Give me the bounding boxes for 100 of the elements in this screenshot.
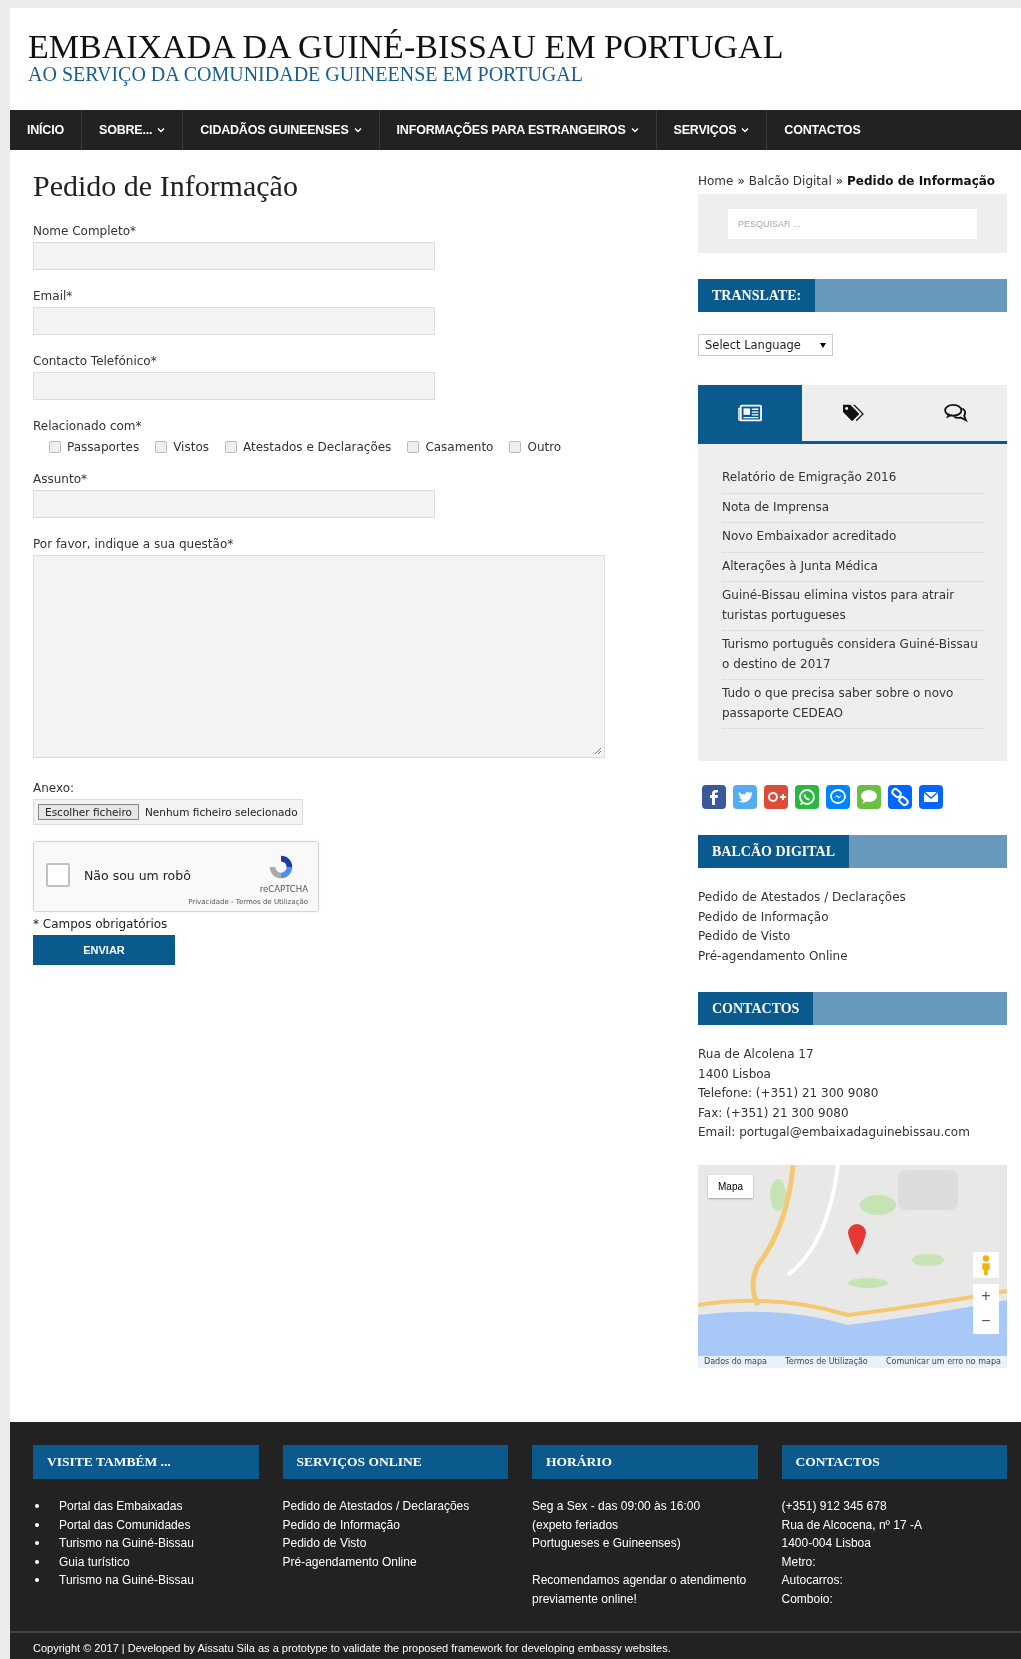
post-link[interactable]: Tudo o que precisa saber sobre o novo passaporte CEDEAO	[722, 680, 983, 729]
widget-title: CONTACTOS	[698, 992, 814, 1025]
footer-link[interactable]: Portal das Comunidades	[59, 1515, 191, 1534]
contact-line: Rua de Alcolena 17	[698, 1046, 815, 1063]
field-label: Email*	[33, 288, 74, 304]
post-link[interactable]: Novo Embaixador acreditado	[722, 523, 983, 553]
footer-text: Rua de Alcocena, nº 17 -A	[781, 1516, 923, 1534]
sidebar-link[interactable]: Pedido de Visto	[698, 927, 1007, 947]
field-label: Por favor, indique a sua questão*	[33, 536, 235, 552]
checkbox[interactable]	[407, 441, 420, 453]
footer-link[interactable]: Pré-agendamento Online	[282, 1552, 508, 1571]
bullet-icon	[35, 1541, 39, 1546]
nav-item[interactable]: SERVIÇOS	[656, 110, 768, 150]
footer-heading: SERVIÇOS ONLINE	[282, 1445, 508, 1479]
contact-line: Email: portugal@embaixadaguinebissau.com	[698, 1124, 971, 1141]
checkbox-label: Vistos	[173, 439, 209, 456]
footer-text: Metro:	[781, 1553, 817, 1571]
map-attribution-link[interactable]: Termos de Utilização	[785, 1355, 868, 1368]
share-icon[interactable]	[764, 785, 788, 809]
sidebar-link[interactable]: Pré-agendamento Online	[698, 946, 1007, 966]
share-icon[interactable]	[702, 785, 726, 809]
footer-text: 1400-004 Lisboa	[781, 1535, 872, 1552]
widget-title: BALCÃO DIGITAL	[698, 835, 850, 868]
footer-text: Comboio:	[781, 1590, 834, 1608]
nav-item[interactable]: CIDADÃOS GUINEENSES	[183, 110, 380, 150]
footer-text: Seg a Sex - das 09:00 às 16:00	[532, 1498, 702, 1515]
file-input[interactable]: Escolher ficheiro Nenhum ficheiro selecionado	[33, 799, 303, 825]
footer-link[interactable]: Pedido de Visto	[282, 1534, 508, 1553]
footer-link[interactable]: Turismo na Guiné-Bissau	[59, 1571, 194, 1590]
contact-line: 1400 Lisboa	[698, 1065, 772, 1083]
footer-link[interactable]: Pedido de Informação	[282, 1515, 508, 1534]
post-link[interactable]: Relatório de Emigração 2016	[722, 464, 983, 494]
footer-text: Portugueses e Guineenses)	[532, 1535, 682, 1552]
share-icon[interactable]	[826, 785, 850, 809]
textarea-field[interactable]	[33, 555, 605, 758]
checkbox[interactable]	[509, 441, 522, 453]
nav-item[interactable]: SOBRE...	[82, 110, 184, 150]
footer-link[interactable]: Turismo na Guiné-Bissau	[59, 1534, 194, 1553]
nav-item[interactable]: CONTACTOS	[767, 110, 878, 150]
input-field[interactable]	[33, 490, 435, 518]
contact-line: Fax: (+351) 21 300 9080	[698, 1104, 850, 1122]
post-link[interactable]: Turismo português considera Guiné-Bissau o destino de 2017	[722, 631, 983, 680]
breadcrumb-link[interactable]: Home	[698, 174, 734, 188]
contact-line: Telefone: (+351) 21 300 9080	[698, 1085, 880, 1102]
footer-text: Autocarros:	[781, 1572, 844, 1589]
input-field[interactable]	[33, 242, 435, 270]
checkbox[interactable]	[225, 441, 237, 453]
map-type-button[interactable]: Mapa	[708, 1174, 753, 1198]
footer-text: (expeto feriados	[532, 1516, 620, 1534]
post-link[interactable]: Guiné-Bissau elimina vistos para atrair turistas portugueses	[722, 582, 983, 631]
site-tagline: AO SERVIÇO DA COMUNIDADE GUINEENSE EM PORTUGAL	[28, 64, 584, 84]
person-figure-icon[interactable]	[973, 1251, 999, 1278]
widget-title: TRANSLATE:	[698, 279, 816, 312]
checkbox-label: Casamento	[425, 439, 494, 456]
footer-text: previamente online!	[532, 1590, 638, 1608]
checkbox-label: Atestados e Declarações	[243, 439, 392, 456]
checkbox-label: Passaportes	[67, 439, 140, 456]
post-link[interactable]: Nota de Imprensa	[722, 493, 983, 523]
input-field[interactable]	[33, 307, 435, 335]
share-icon[interactable]	[888, 785, 912, 809]
nav-item[interactable]: INÍCIO	[10, 110, 82, 150]
post-link[interactable]: Alterações à Junta Médica	[722, 552, 983, 582]
footer-link[interactable]: Guia turístico	[59, 1552, 130, 1571]
input-field[interactable]	[33, 372, 435, 400]
map-attribution-link[interactable]: Comunicar um erro no mapa	[886, 1355, 1001, 1368]
footer-heading: HORÁRIO	[532, 1445, 758, 1479]
language-select[interactable]: Select Language	[698, 334, 833, 356]
breadcrumb-separator: »	[737, 174, 745, 188]
captcha-brand: reCAPTCHA	[259, 884, 308, 894]
breadcrumb-link[interactable]: Pedido de Informação	[847, 174, 996, 188]
nav-item[interactable]: INFORMAÇÕES PARA ESTRANGEIROS	[379, 110, 657, 150]
bullet-icon	[35, 1578, 39, 1583]
bullet-icon	[35, 1559, 39, 1564]
field-label: Nome Completo*	[33, 223, 137, 239]
footer-text: Recomendamos agendar o atendimento	[532, 1572, 748, 1589]
captcha-checkbox[interactable]	[46, 863, 70, 887]
search-field[interactable]: PESQUISAR ...	[728, 208, 977, 239]
tags-icon	[841, 403, 866, 423]
share-icon[interactable]	[919, 785, 943, 809]
checkbox[interactable]	[49, 441, 61, 453]
footer-link[interactable]: Portal das Embaixadas	[59, 1497, 183, 1516]
site-title[interactable]: EMBAIXADA DA GUINÉ-BISSAU EM PORTUGAL	[28, 30, 784, 64]
breadcrumb-separator: »	[835, 174, 844, 188]
copyright-text: Copyright © 2017 | Developed by Aissatu Sila as a prototype to validate the proposed framework for developing embassy websites.	[10, 1631, 1021, 1659]
checkbox-label: Outro	[527, 439, 562, 456]
checkbox[interactable]	[155, 441, 168, 453]
resize-grip-icon[interactable]	[594, 747, 602, 755]
footer-heading: VISITE TAMBÉM ...	[33, 1445, 259, 1479]
field-label: Assunto*	[33, 471, 88, 487]
field-label: Contacto Telefónico*	[33, 353, 158, 369]
sidebar-link[interactable]: Pedido de Informação	[698, 907, 1007, 927]
footer-link[interactable]: Pedido de Atestados / Declarações	[282, 1497, 508, 1516]
tab[interactable]	[698, 385, 802, 441]
sidebar-link[interactable]: Pedido de Atestados / Declarações	[698, 888, 1007, 908]
submit-button[interactable]: ENVIAR	[33, 935, 175, 965]
comments-icon	[943, 403, 968, 423]
breadcrumb-link[interactable]: Balcão Digital	[748, 174, 832, 188]
map-attribution-link[interactable]: Dados do mapa	[704, 1355, 767, 1368]
field-label: Relacionado com*	[33, 418, 143, 434]
bullet-icon	[35, 1522, 39, 1527]
